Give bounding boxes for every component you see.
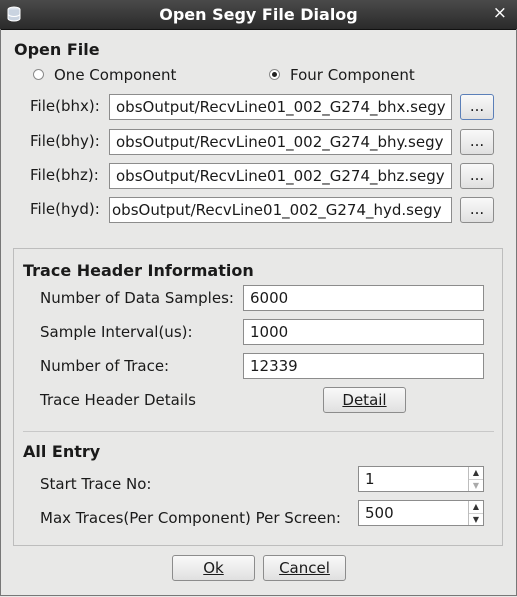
- title-bar: Open Segy File Dialog ×: [0, 0, 517, 30]
- file-bhy-label: File(bhy):: [30, 132, 100, 150]
- start-trace-label: Start Trace No:: [40, 475, 152, 493]
- four-component-label[interactable]: Four Component: [290, 66, 415, 84]
- spin-down-icon[interactable]: ▼: [469, 479, 483, 492]
- data-samples-field[interactable]: 6000: [243, 285, 484, 311]
- spin-down-icon[interactable]: ▼: [469, 513, 483, 526]
- spin-up-icon[interactable]: ▲: [469, 467, 483, 479]
- start-trace-stepper[interactable]: ▲ ▼: [468, 467, 483, 491]
- file-bhz-label: File(bhz):: [30, 166, 99, 184]
- file-bhx-field[interactable]: obsOutput/RecvLine01_002_G274_bhx.segy: [109, 94, 452, 120]
- file-hyd-field[interactable]: obsOutput/RecvLine01_002_G274_hyd.segy: [109, 197, 452, 223]
- number-of-trace-label: Number of Trace:: [40, 357, 170, 375]
- section-divider: [23, 431, 494, 432]
- file-bhy-field[interactable]: obsOutput/RecvLine01_002_G274_bhy.segy: [109, 129, 452, 155]
- file-hyd-label: File(hyd):: [30, 200, 100, 218]
- one-component-radio[interactable]: [33, 69, 44, 80]
- start-trace-spinner[interactable]: 1: [358, 466, 484, 492]
- file-bhx-label: File(bhx):: [30, 97, 100, 115]
- open-file-heading: Open File: [14, 40, 100, 59]
- cancel-label: Cancel: [279, 559, 330, 577]
- browse-bhz-button[interactable]: ...: [460, 163, 494, 189]
- browse-hyd-button[interactable]: ...: [460, 197, 494, 223]
- ok-button[interactable]: Ok: [172, 555, 255, 581]
- all-entry-heading: All Entry: [23, 442, 101, 461]
- spin-up-icon[interactable]: ▲: [469, 501, 483, 513]
- cancel-button[interactable]: Cancel: [263, 555, 346, 581]
- trace-header-details-label: Trace Header Details: [40, 391, 196, 409]
- max-traces-label: Max Traces(Per Component) Per Screen:: [40, 509, 341, 527]
- four-component-radio[interactable]: [269, 69, 280, 80]
- number-of-trace-field[interactable]: 12339: [243, 353, 484, 379]
- max-traces-spinner[interactable]: 500: [358, 500, 484, 526]
- max-traces-stepper[interactable]: ▲ ▼: [468, 501, 483, 525]
- browse-bhy-button[interactable]: ...: [460, 129, 494, 155]
- trace-header-heading: Trace Header Information: [23, 261, 254, 280]
- browse-bhx-button[interactable]: ...: [460, 94, 494, 120]
- max-traces-value: 500: [365, 504, 394, 522]
- start-trace-value: 1: [365, 470, 375, 488]
- sample-interval-field[interactable]: 1000: [243, 319, 484, 345]
- data-samples-label: Number of Data Samples:: [40, 289, 234, 307]
- detail-button[interactable]: Detail: [323, 387, 406, 413]
- window-title: Open Segy File Dialog: [159, 5, 358, 24]
- close-icon[interactable]: ×: [493, 5, 507, 22]
- sample-interval-label: Sample Interval(us):: [40, 323, 193, 341]
- one-component-label[interactable]: One Component: [54, 66, 176, 84]
- file-bhz-field[interactable]: obsOutput/RecvLine01_002_G274_bhz.segy: [109, 163, 452, 189]
